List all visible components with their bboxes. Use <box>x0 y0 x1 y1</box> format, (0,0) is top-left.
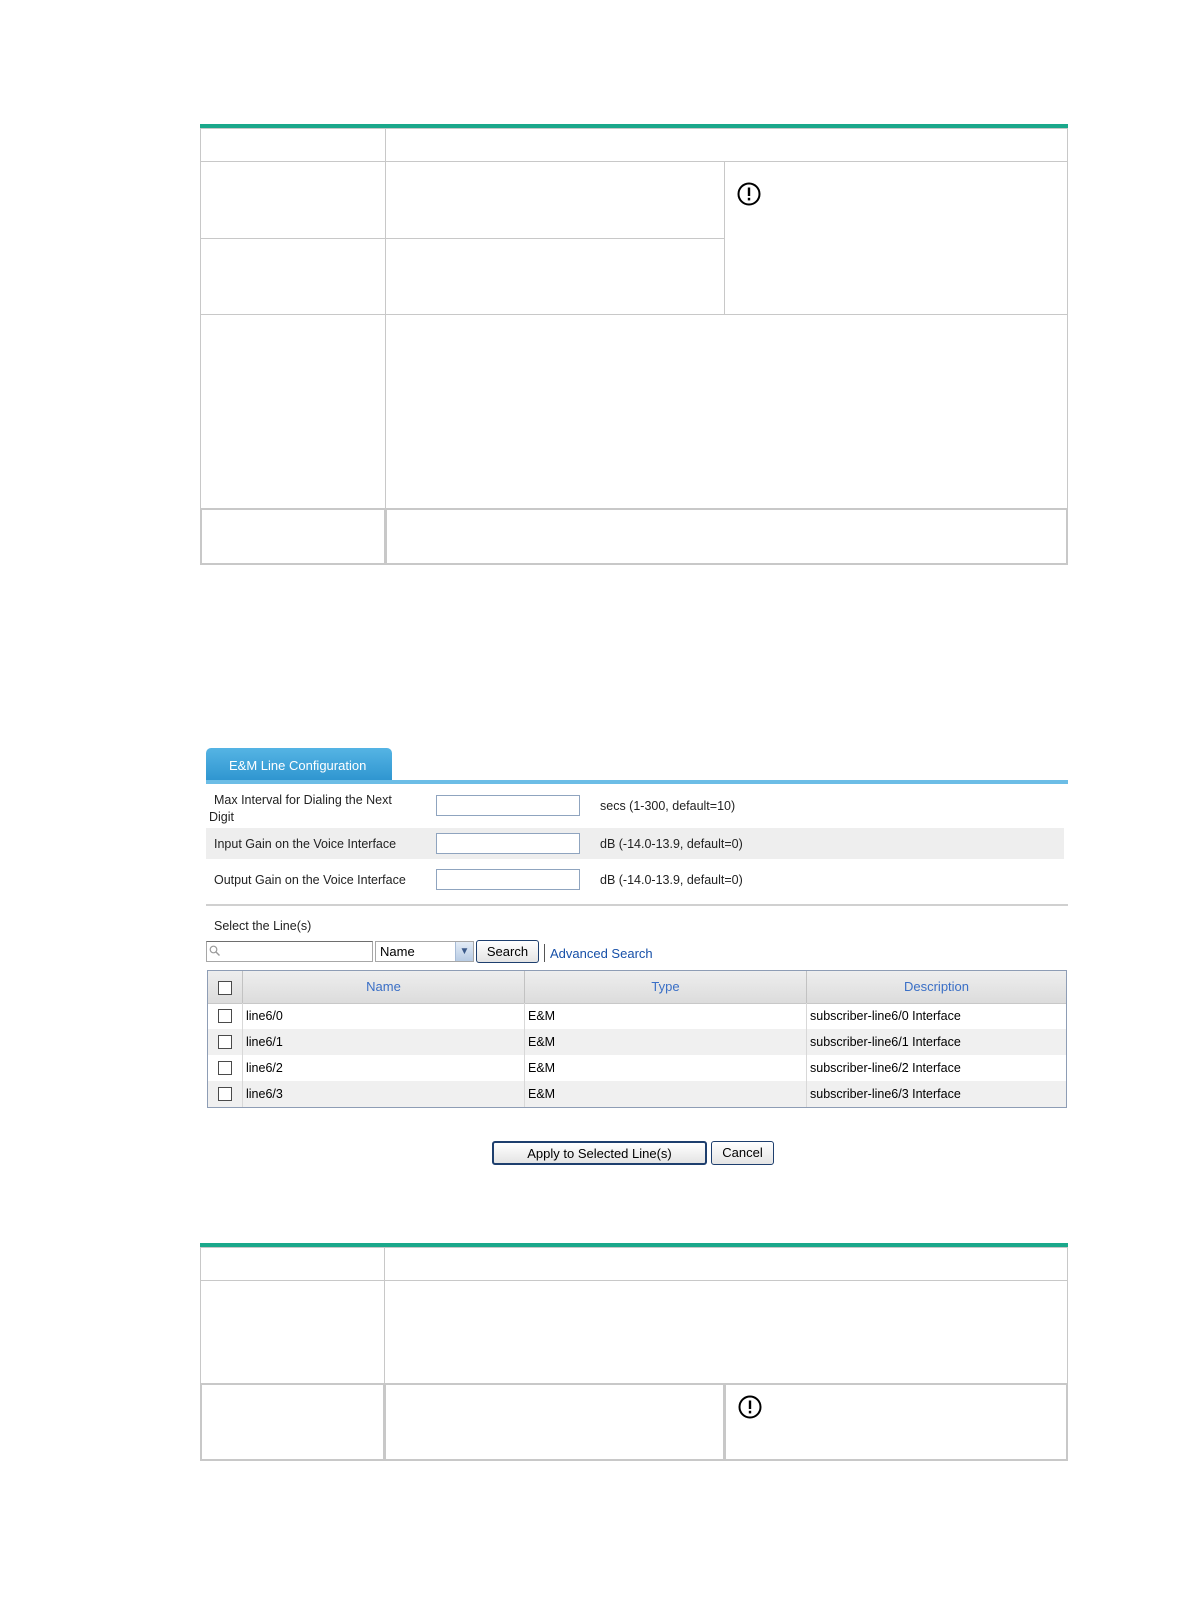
select-all-checkbox[interactable] <box>218 981 232 995</box>
cell-name: line6/2 <box>242 1055 524 1081</box>
table-row[interactable]: line6/0 E&M subscriber-line6/0 Interface <box>208 1003 1066 1029</box>
table-header-cell <box>385 128 1068 162</box>
search-icon <box>209 945 220 956</box>
search-input[interactable] <box>223 943 369 959</box>
table-cell <box>200 314 386 509</box>
max-interval-input[interactable] <box>436 795 580 816</box>
table-cell <box>385 238 725 315</box>
table-cell <box>200 238 386 315</box>
row-checkbox[interactable] <box>218 1087 232 1101</box>
max-interval-hint: secs (1-300, default=10) <box>600 799 736 813</box>
table-row[interactable]: line6/1 E&M subscriber-line6/1 Interface <box>208 1029 1066 1055</box>
search-input-box[interactable] <box>206 941 373 962</box>
cancel-button[interactable]: Cancel <box>711 1141 774 1165</box>
tab-em-line-configuration[interactable]: E&M Line Configuration <box>206 748 392 782</box>
max-interval-label-line2: Digit <box>209 810 235 824</box>
row-checkbox[interactable] <box>218 1035 232 1049</box>
tab-underline <box>206 780 1068 784</box>
table-cell <box>200 508 386 565</box>
apply-to-selected-lines-button[interactable]: Apply to Selected Line(s) <box>492 1141 707 1165</box>
link-separator <box>544 944 545 962</box>
doc-table-top <box>200 124 1068 565</box>
table-row[interactable]: line6/3 E&M subscriber-line6/3 Interface <box>208 1081 1066 1107</box>
caution-cell <box>724 1383 1068 1461</box>
output-gain-label: Output Gain on the Voice Interface <box>214 873 406 887</box>
cell-type: E&M <box>524 1029 806 1055</box>
select-lines-label: Select the Line(s) <box>214 919 312 933</box>
row-checkbox[interactable] <box>218 1061 232 1075</box>
cell-name: line6/1 <box>242 1029 524 1055</box>
grid-header: Name Type Description <box>208 971 1066 1004</box>
select-all-cell <box>208 971 242 1003</box>
row-select-cell <box>208 1055 242 1081</box>
column-header-name[interactable]: Name <box>242 971 524 1003</box>
table-cell <box>384 1280 1068 1384</box>
table-cell <box>385 314 1068 509</box>
input-gain-hint: dB (-14.0-13.9, default=0) <box>600 837 743 851</box>
input-gain-label: Input Gain on the Voice Interface <box>214 837 397 851</box>
search-field-select[interactable]: Name ▼ <box>375 941 474 962</box>
column-header-type[interactable]: Type <box>524 971 806 1003</box>
advanced-search-link[interactable]: Advanced Search <box>550 946 653 961</box>
cell-description: subscriber-line6/2 Interface <box>806 1055 1066 1081</box>
doc-table-bottom <box>200 1243 1068 1461</box>
lines-grid: Name Type Description line6/0 E&M subscr… <box>207 970 1067 1108</box>
cell-name: line6/0 <box>242 1003 524 1029</box>
max-interval-label: Max Interval for Dialing the Next <box>214 792 392 809</box>
output-gain-hint: dB (-14.0-13.9, default=0) <box>600 873 743 887</box>
caution-circle-icon <box>737 182 761 206</box>
table-header-cell <box>200 1247 385 1281</box>
table-cell <box>385 161 725 239</box>
table-cell <box>385 508 1068 565</box>
table-cell <box>200 1383 385 1461</box>
column-header-description[interactable]: Description <box>806 971 1066 1003</box>
table-cell <box>200 161 386 239</box>
table-header-cell <box>384 1247 1068 1281</box>
search-field-selected: Name <box>380 944 415 959</box>
table-cell <box>384 1383 725 1461</box>
row-checkbox[interactable] <box>218 1009 232 1023</box>
cell-description: subscriber-line6/1 Interface <box>806 1029 1066 1055</box>
cell-name: line6/3 <box>242 1081 524 1107</box>
cell-description: subscriber-line6/0 Interface <box>806 1003 1066 1029</box>
max-interval-label-line1: Max Interval for Dialing the Next <box>214 793 392 807</box>
caution-circle-icon <box>738 1395 762 1419</box>
max-interval-label-cont: Digit <box>209 809 234 826</box>
row-select-cell <box>208 1029 242 1055</box>
output-gain-input[interactable] <box>436 869 580 890</box>
cell-type: E&M <box>524 1081 806 1107</box>
table-header-cell <box>200 128 386 162</box>
chevron-down-icon[interactable]: ▼ <box>455 942 473 961</box>
table-row[interactable]: line6/2 E&M subscriber-line6/2 Interface <box>208 1055 1066 1081</box>
cell-description: subscriber-line6/3 Interface <box>806 1081 1066 1107</box>
search-button[interactable]: Search <box>476 940 539 963</box>
input-gain-input[interactable] <box>436 833 580 854</box>
row-select-cell <box>208 1003 242 1029</box>
row-select-cell <box>208 1081 242 1107</box>
cell-type: E&M <box>524 1003 806 1029</box>
section-divider <box>206 904 1068 906</box>
caution-cell <box>724 161 1068 315</box>
table-cell <box>200 1280 385 1384</box>
cell-type: E&M <box>524 1055 806 1081</box>
